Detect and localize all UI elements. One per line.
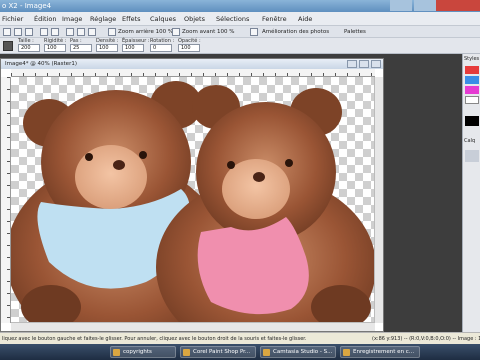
cut-icon[interactable] [66,28,74,36]
image-window-titlebar[interactable]: Image4* @ 40% (Raster1) [1,59,383,69]
menu-objects[interactable]: Objets [184,12,205,26]
styles-palette-title: Styles [464,56,480,62]
menu-file[interactable]: Fichier [2,12,23,26]
styles-palette: Styles Calq [462,54,480,344]
taskbar-item-paintshop[interactable]: Corel Paint Shop Pr... [180,346,256,358]
image-close-button[interactable] [371,60,381,68]
zoom-out-icon[interactable] [108,28,116,36]
undo-icon[interactable] [40,28,48,36]
camtasia-icon [263,349,270,356]
folder-icon [113,349,120,356]
paintshop-icon [183,349,190,356]
layers-palette-title: Calq [464,138,476,144]
menu-adjust[interactable]: Réglage [90,12,116,26]
taskbar-item-label: Camtasia Studio - S... [273,349,333,355]
app-window: o X2 - Image4 Fichier Édition Image Régl… [0,0,480,360]
vertical-ruler [1,77,11,323]
size-input[interactable]: 200 [18,44,40,52]
menu-bar: Fichier Édition Image Réglage Effets Cal… [0,12,480,26]
new-file-icon[interactable] [3,28,11,36]
menu-effects[interactable]: Effets [122,12,141,26]
rotation-input[interactable]: 0 [150,44,172,52]
status-bar: liquez avec le bouton gauche et faites-l… [0,332,480,344]
foreground-color[interactable] [465,116,479,126]
image-window-title: Image4* @ 40% (Raster1) [5,61,77,67]
swatch-white[interactable] [465,96,479,104]
image-maximize-button[interactable] [359,60,369,68]
menu-layers[interactable]: Calques [150,12,176,26]
menu-edit[interactable]: Édition [34,12,57,26]
layer-thumbnail[interactable] [465,150,479,162]
redo-icon[interactable] [51,28,59,36]
close-button[interactable] [436,0,480,11]
density-input[interactable]: 100 [96,44,118,52]
vertical-scrollbar[interactable] [374,77,383,323]
taskbar-item-label: copyrights [123,349,152,355]
brush-preset-icon[interactable] [3,41,13,51]
save-icon[interactable] [25,28,33,36]
swatch-magenta[interactable] [465,86,479,94]
maximize-button[interactable] [414,0,436,11]
standard-toolbar: Zoom arrière 100 % Zoom avant 100 % Amél… [0,26,480,38]
tool-options-bar: Taille : 200 Rigidité : 100 Pas : 25 Den… [0,38,480,54]
open-file-icon[interactable] [14,28,22,36]
zoom-out-label[interactable]: Zoom arrière 100 % [118,26,173,38]
copy-icon[interactable] [77,28,85,36]
enhance-photo-button[interactable]: Amélioration des photos [262,26,329,38]
taskbar-item-label: Corel Paint Shop Pr... [193,349,251,355]
minimize-button[interactable] [390,0,412,11]
swatch-blue[interactable] [465,76,479,84]
thickness-input[interactable]: 100 [122,44,144,52]
palettes-button[interactable]: Palettes [344,26,366,38]
taskbar-item-label: Enregistrement en c... [353,349,415,355]
record-icon [343,349,350,356]
menu-selections[interactable]: Sélections [216,12,249,26]
image-window: Image4* @ 40% (Raster1) [0,58,384,332]
image-minimize-button[interactable] [347,60,357,68]
horizontal-scrollbar[interactable] [11,322,375,331]
image-canvas[interactable] [11,77,375,323]
title-bar: o X2 - Image4 [0,0,480,12]
paste-icon[interactable] [88,28,96,36]
window-title: o X2 - Image4 [2,2,52,10]
zoom-in-label[interactable]: Zoom avant 100 % [182,26,234,38]
taskbar-item-recording[interactable]: Enregistrement en c... [340,346,420,358]
horizontal-ruler [11,69,375,77]
teddy-bears-image [11,81,375,323]
step-input[interactable]: 25 [70,44,92,52]
taskbar-item-copyrights[interactable]: copyrights [110,346,176,358]
menu-image[interactable]: Image [62,12,82,26]
menu-window[interactable]: Fenêtre [262,12,287,26]
enhance-icon[interactable] [250,28,258,36]
opacity-input[interactable]: 100 [178,44,200,52]
menu-help[interactable]: Aide [298,12,312,26]
taskbar: copyrights Corel Paint Shop Pr... Camtas… [0,344,480,360]
taskbar-item-camtasia[interactable]: Camtasia Studio - S... [260,346,336,358]
swatch-red[interactable] [465,66,479,74]
zoom-in-icon[interactable] [172,28,180,36]
hardness-input[interactable]: 100 [44,44,66,52]
